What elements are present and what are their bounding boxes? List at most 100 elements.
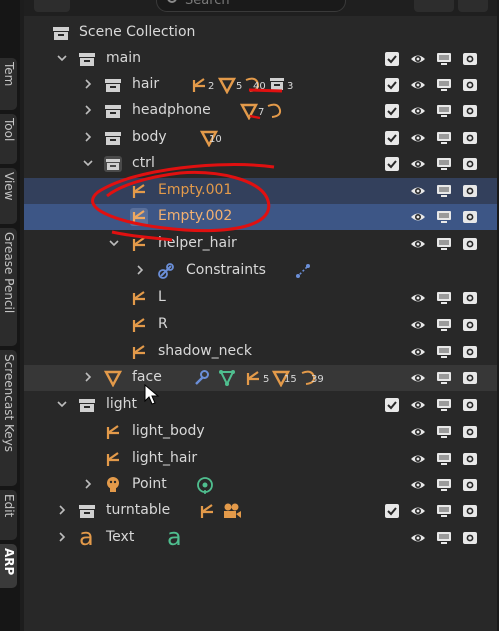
monitor-icon[interactable] xyxy=(436,290,452,306)
camera-icon[interactable] xyxy=(462,156,478,172)
tree-row-body[interactable]: body 10 xyxy=(24,125,499,151)
camera-icon[interactable] xyxy=(462,317,478,333)
tree-row-constraints[interactable]: Constraints xyxy=(24,258,499,284)
tree-row-l[interactable]: L xyxy=(24,285,499,311)
tree-row-empty-002[interactable]: Empty.002 xyxy=(24,204,499,230)
camera-icon[interactable] xyxy=(462,370,478,386)
camera-icon[interactable] xyxy=(462,344,478,360)
eye-icon[interactable] xyxy=(410,290,426,306)
camera-icon[interactable] xyxy=(462,51,478,67)
chevron-right-icon[interactable] xyxy=(83,479,93,489)
new-collection-button[interactable] xyxy=(458,0,488,12)
camera-icon[interactable] xyxy=(462,183,478,199)
tree-row-text[interactable]: a Text a xyxy=(24,523,499,551)
camera-icon[interactable] xyxy=(462,290,478,306)
camera-icon[interactable] xyxy=(462,397,478,413)
monitor-icon[interactable] xyxy=(436,103,452,119)
eye-icon[interactable] xyxy=(410,103,426,119)
display-mode-button[interactable] xyxy=(34,0,70,12)
chevron-right-icon[interactable] xyxy=(83,105,93,115)
exclude-checkbox[interactable] xyxy=(384,156,400,172)
tree-row-main[interactable]: main xyxy=(24,46,499,72)
chevron-right-icon[interactable] xyxy=(57,532,67,542)
tree-row-point[interactable]: Point xyxy=(24,472,499,498)
eye-icon[interactable] xyxy=(410,209,426,225)
monitor-icon[interactable] xyxy=(436,236,452,252)
chevron-down-icon[interactable] xyxy=(83,158,93,168)
eye-icon[interactable] xyxy=(410,51,426,67)
tab-screencast-keys[interactable]: Screencast Keys xyxy=(0,350,17,486)
monitor-icon[interactable] xyxy=(436,156,452,172)
exclude-checkbox[interactable] xyxy=(384,77,400,93)
chevron-right-icon[interactable] xyxy=(57,505,67,515)
tab-arp[interactable]: ARP xyxy=(0,544,17,588)
tree-row-headphone[interactable]: headphone 7 xyxy=(24,98,499,124)
tree-row-empty-001[interactable]: Empty.001 xyxy=(24,178,499,204)
chevron-right-icon[interactable] xyxy=(83,372,93,382)
camera-icon[interactable] xyxy=(462,503,478,519)
monitor-icon[interactable] xyxy=(436,209,452,225)
chevron-right-icon[interactable] xyxy=(83,79,93,89)
eye-icon[interactable] xyxy=(410,236,426,252)
monitor-icon[interactable] xyxy=(436,370,452,386)
camera-icon[interactable] xyxy=(462,77,478,93)
exclude-checkbox[interactable] xyxy=(384,103,400,119)
monitor-icon[interactable] xyxy=(436,183,452,199)
tree-row-light-hair[interactable]: light_hair xyxy=(24,446,499,472)
monitor-icon[interactable] xyxy=(436,130,452,146)
tree-row-shadow-neck[interactable]: shadow_neck xyxy=(24,339,499,365)
tree-row-helper-hair[interactable]: helper_hair xyxy=(24,231,499,257)
eye-icon[interactable] xyxy=(410,477,426,493)
chevron-right-icon[interactable] xyxy=(83,132,93,142)
tab-view[interactable]: View xyxy=(0,168,17,224)
monitor-icon[interactable] xyxy=(436,503,452,519)
camera-icon[interactable] xyxy=(462,424,478,440)
eye-icon[interactable] xyxy=(410,424,426,440)
eye-icon[interactable] xyxy=(410,317,426,333)
camera-icon[interactable] xyxy=(462,530,478,546)
tree-row-r[interactable]: R xyxy=(24,312,499,338)
tree-row-turntable[interactable]: turntable xyxy=(24,498,499,524)
eye-icon[interactable] xyxy=(410,77,426,93)
exclude-checkbox[interactable] xyxy=(384,130,400,146)
monitor-icon[interactable] xyxy=(436,77,452,93)
eye-icon[interactable] xyxy=(410,344,426,360)
eye-icon[interactable] xyxy=(410,503,426,519)
eye-icon[interactable] xyxy=(410,397,426,413)
tab-tool[interactable]: Tool xyxy=(0,114,17,164)
search-input[interactable]: Search xyxy=(156,0,346,12)
chevron-right-icon[interactable] xyxy=(135,265,145,275)
eye-icon[interactable] xyxy=(410,451,426,467)
camera-icon[interactable] xyxy=(462,103,478,119)
chevron-down-icon[interactable] xyxy=(57,399,67,409)
eye-icon[interactable] xyxy=(410,530,426,546)
monitor-icon[interactable] xyxy=(436,451,452,467)
eye-icon[interactable] xyxy=(410,130,426,146)
monitor-icon[interactable] xyxy=(436,344,452,360)
camera-icon[interactable] xyxy=(462,451,478,467)
tree-row-face[interactable]: face 5 15 39 xyxy=(24,365,499,391)
eye-icon[interactable] xyxy=(410,370,426,386)
tab-edit[interactable]: Edit xyxy=(0,490,17,540)
monitor-icon[interactable] xyxy=(436,530,452,546)
tab-grease-pencil[interactable]: Grease Pencil xyxy=(0,228,17,346)
eye-icon[interactable] xyxy=(410,183,426,199)
exclude-checkbox[interactable] xyxy=(384,503,400,519)
tab-item[interactable]: Tem xyxy=(0,58,17,110)
monitor-icon[interactable] xyxy=(436,397,452,413)
chevron-down-icon[interactable] xyxy=(109,238,119,248)
tree-row-light[interactable]: light xyxy=(24,392,499,418)
camera-icon[interactable] xyxy=(462,130,478,146)
tree-row-hair[interactable]: hair 2 5 40 3 xyxy=(24,72,499,98)
tree-row-scene-collection[interactable]: Scene Collection xyxy=(24,20,499,46)
tree-row-ctrl[interactable]: ctrl xyxy=(24,151,499,177)
tree-row-light-body[interactable]: light_body xyxy=(24,419,499,445)
monitor-icon[interactable] xyxy=(436,51,452,67)
filter-button[interactable] xyxy=(414,0,454,12)
chevron-down-icon[interactable] xyxy=(57,53,67,63)
monitor-icon[interactable] xyxy=(436,317,452,333)
monitor-icon[interactable] xyxy=(436,477,452,493)
eye-icon[interactable] xyxy=(410,156,426,172)
exclude-checkbox[interactable] xyxy=(384,51,400,67)
camera-icon[interactable] xyxy=(462,477,478,493)
